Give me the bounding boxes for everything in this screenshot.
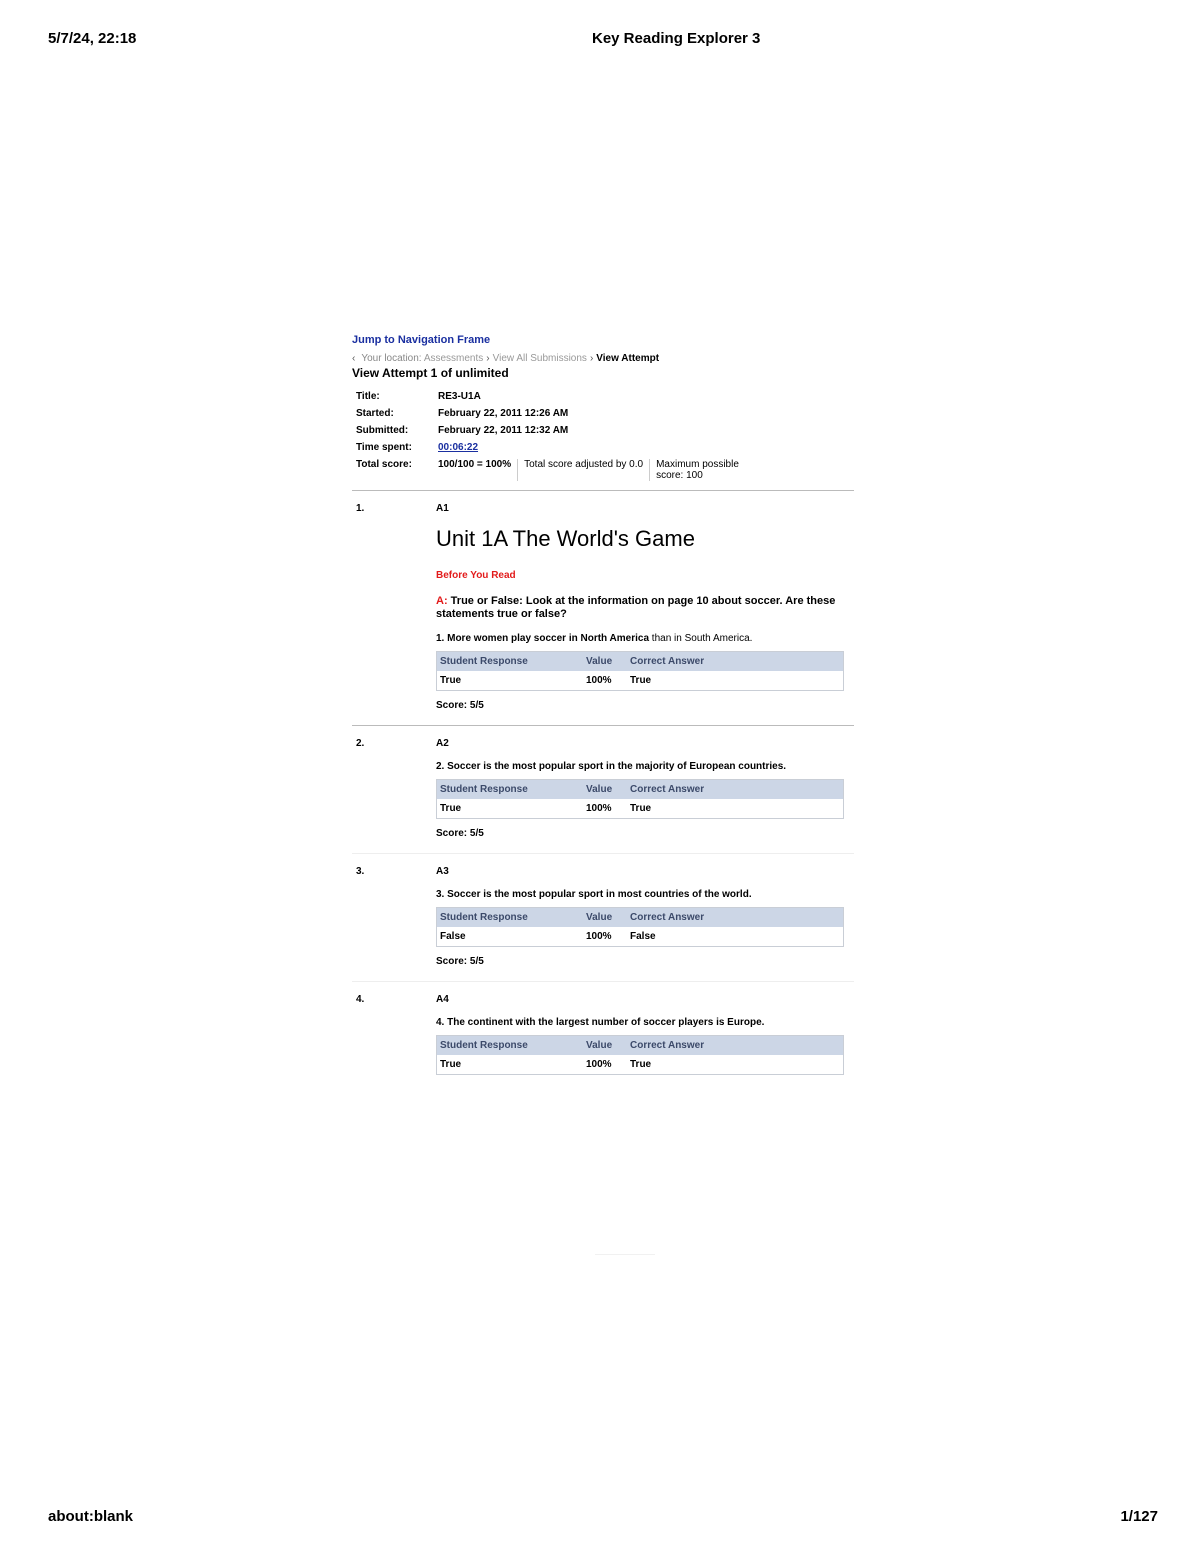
value-header: Value [583, 1035, 627, 1055]
response-value: 100% [586, 931, 612, 942]
breadcrumb-view-all-submissions[interactable]: View All Submissions [493, 353, 587, 364]
question-code: A2 [436, 738, 449, 749]
unit-title: Unit 1A The World's Game [436, 526, 695, 551]
question-prompt-light: than in South America. [649, 633, 753, 644]
response-value: 100% [586, 1059, 612, 1070]
breadcrumb-assessments[interactable]: Assessments [424, 353, 483, 364]
question-score: Score: 5/5 [436, 700, 484, 711]
correct-answer: True [630, 1059, 652, 1070]
student-response: True [440, 675, 462, 686]
time-spent-link[interactable]: 00:06:22 [438, 442, 478, 453]
started-label: Started: [356, 408, 394, 419]
value-header: Value [583, 651, 627, 671]
print-header: 5/7/24, 22:18 Key Reading Explorer 3 [48, 30, 1158, 50]
value-header: Value [583, 907, 627, 927]
question-score: Score: 5/5 [436, 828, 484, 839]
question-code: A4 [436, 994, 449, 1005]
correct-answer-header: Correct Answer [627, 1035, 844, 1055]
question-number: 1. [356, 503, 365, 514]
table-row: False 100% False [437, 927, 844, 947]
question-prompt-bold: 3. Soccer is the most popular sport in m… [436, 889, 752, 900]
correct-answer-header: Correct Answer [627, 779, 844, 799]
before-you-read-heading: Before You Read [436, 570, 516, 581]
student-response: True [440, 1059, 462, 1070]
print-footer: about:blank 1/127 [48, 1508, 1158, 1528]
total-score-value: 100/100 = 100% [438, 459, 512, 470]
instruction-text: A: True or False: Look at the informatio… [436, 595, 854, 621]
title-label: Title: [356, 391, 380, 402]
student-response-header: Student Response [436, 779, 583, 799]
question-prompt: 4. The continent with the largest number… [436, 1017, 854, 1029]
attempt-details-table: Title: RE3-U1A Started: February 22, 201… [352, 388, 852, 484]
question-prompt-bold: 4. The continent with the largest number… [436, 1017, 765, 1028]
score-divider [649, 459, 651, 481]
question-score: Score: 5/5 [436, 956, 484, 967]
student-response: True [440, 803, 462, 814]
correct-answer: False [630, 931, 656, 942]
question-item: 1. A1 Unit 1A The World's Game Before Yo… [352, 490, 854, 711]
title-value: RE3-U1A [438, 391, 481, 402]
question-item: 3. A3 3. Soccer is the most popular spor… [352, 853, 854, 967]
table-row: True 100% True [437, 1055, 844, 1075]
instruction-prefix: A: [436, 595, 448, 607]
question-prompt: 2. Soccer is the most popular sport in t… [436, 761, 854, 773]
response-table: Student Response Value Correct Answer Tr… [436, 779, 844, 819]
max-score-text: Maximum possible score: 100 [656, 459, 739, 481]
time-spent-label: Time spent: [356, 442, 412, 453]
print-title: Key Reading Explorer 3 [592, 30, 761, 47]
question-prompt: 3. Soccer is the most popular sport in m… [436, 889, 854, 901]
question-number: 4. [356, 994, 365, 1005]
question-item: 2. A2 2. Soccer is the most popular spor… [352, 725, 854, 839]
correct-answer: True [630, 675, 652, 686]
breadcrumb-separator-icon: › [589, 353, 594, 364]
total-score-row: 100/100 = 100% Total score adjusted by 0.… [434, 456, 852, 484]
question-prompt-bold: 1. More women play soccer in North Ameri… [436, 633, 650, 644]
table-row: True 100% True [437, 671, 844, 691]
instruction-body: True or False: Look at the information o… [436, 595, 836, 620]
jump-to-navigation-link[interactable]: Jump to Navigation Frame [352, 334, 490, 346]
breadcrumb: ‹ Your location: Assessments › View All Sub… [352, 353, 854, 365]
score-divider [517, 459, 519, 481]
question-prompt: 1. More women play soccer in North Ameri… [436, 633, 854, 645]
print-page-number: 1/127 [1120, 1508, 1158, 1525]
question-item: 4. A4 4. The continent with the largest … [352, 981, 854, 1075]
print-datetime: 5/7/24, 22:18 [48, 30, 137, 47]
divider [595, 1254, 655, 1255]
question-code: A3 [436, 866, 449, 877]
location-label: Your location: [361, 353, 422, 364]
submitted-label: Submitted: [356, 425, 409, 436]
total-score-label: Total score: [356, 459, 412, 470]
started-value: February 22, 2011 12:26 AM [438, 408, 569, 419]
student-response-header: Student Response [436, 907, 583, 927]
question-number: 2. [356, 738, 365, 749]
attempt-content: Jump to Navigation Frame ‹ Your location:… [352, 334, 854, 1075]
breadcrumb-separator-icon: › [486, 353, 490, 364]
question-prompt-bold: 2. Soccer is the most popular sport in t… [436, 761, 787, 772]
response-table: Student Response Value Correct Answer Tr… [436, 1035, 844, 1075]
back-arrow-icon[interactable]: ‹ [352, 353, 355, 364]
response-table: Student Response Value Correct Answer Fa… [436, 907, 844, 947]
question-number: 3. [356, 866, 365, 877]
student-response: False [440, 931, 466, 942]
table-row: True 100% True [437, 799, 844, 819]
correct-answer-header: Correct Answer [627, 651, 844, 671]
value-header: Value [583, 779, 627, 799]
response-table: Student Response Value Correct Answer Tr… [436, 651, 844, 691]
correct-answer: True [630, 803, 652, 814]
student-response-header: Student Response [436, 1035, 583, 1055]
submitted-value: February 22, 2011 12:32 AM [438, 425, 569, 436]
score-adjusted-text: Total score adjusted by 0.0 [524, 459, 644, 470]
question-code: A1 [436, 503, 449, 514]
page-title: View Attempt 1 of unlimited [352, 366, 509, 380]
correct-answer-header: Correct Answer [627, 907, 844, 927]
breadcrumb-current: View Attempt [596, 353, 660, 364]
print-url: about:blank [48, 1508, 133, 1525]
student-response-header: Student Response [436, 651, 583, 671]
response-value: 100% [586, 675, 612, 686]
response-value: 100% [586, 803, 612, 814]
